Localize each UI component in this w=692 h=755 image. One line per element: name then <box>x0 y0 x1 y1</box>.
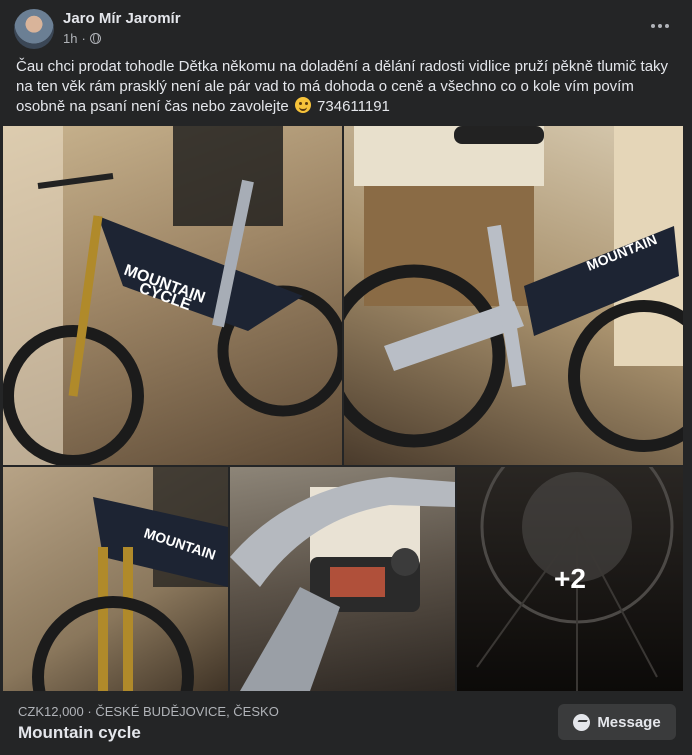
more-photos-count: +2 <box>554 563 586 594</box>
messenger-icon <box>573 713 591 731</box>
price-location: CZK12,000 · ČESKÉ BUDĚJOVICE, ČESKO <box>18 704 279 719</box>
more-photos-overlay: +2 <box>457 467 683 691</box>
bike-photo-illustration: MOUNTAIN <box>344 126 683 452</box>
post-text: Čau chci prodat tohodle Dětka někomu na … <box>16 57 676 117</box>
bike-photo-illustration: MOUNTAIN <box>32 467 228 691</box>
author-avatar[interactable] <box>14 9 54 49</box>
globe-icon <box>89 33 101 44</box>
photo-5-more[interactable]: +2 <box>457 467 683 691</box>
marketplace-post: Jaro Mír Jaromír 1h · Čau chci prodat to… <box>0 0 692 755</box>
photo-4[interactable] <box>230 467 455 691</box>
photo-3[interactable]: MOUNTAIN <box>3 467 228 691</box>
photo-1[interactable]: MOUNTAIN CYCLE <box>3 126 342 465</box>
phone-number: 734611191 <box>317 98 390 115</box>
winking-face-emoji-icon <box>294 97 311 113</box>
more-options-button[interactable] <box>642 12 678 40</box>
listing-title[interactable]: Mountain cycle <box>18 723 141 743</box>
author-name[interactable]: Jaro Mír Jaromír <box>63 10 181 27</box>
message-button-label: Message <box>597 713 661 731</box>
bike-photo-illustration <box>230 477 455 691</box>
dot-icon <box>658 24 662 28</box>
dot-icon <box>665 24 669 28</box>
listing-footer: CZK12,000 · ČESKÉ BUDĚJOVICE, ČESKO Moun… <box>0 693 692 755</box>
message-button[interactable]: Message <box>558 704 676 740</box>
post-meta: 1h · <box>63 31 101 46</box>
photo-2[interactable]: MOUNTAIN <box>344 126 683 465</box>
bike-photo-illustration: MOUNTAIN CYCLE <box>3 126 342 465</box>
dot-icon <box>651 24 655 28</box>
post-time[interactable]: 1h <box>63 31 77 46</box>
